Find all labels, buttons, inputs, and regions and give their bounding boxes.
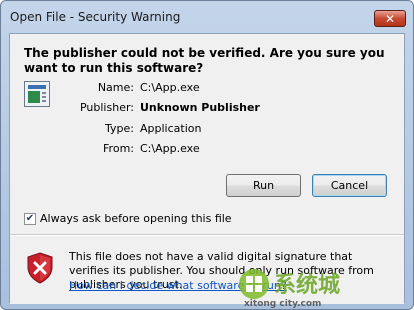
security-warning-dialog: Open File - Security Warning ✕ The publi… [0, 0, 414, 310]
checkmark-icon: ✔ [25, 213, 35, 224]
always-ask-label[interactable]: Always ask before opening this file [40, 212, 232, 225]
headline-text: The publisher could not be verified. Are… [24, 46, 385, 75]
cancel-button[interactable]: Cancel [312, 174, 387, 197]
run-button[interactable]: Run [226, 174, 301, 197]
watermark-logo: 系统城 xitong city.com [239, 269, 340, 308]
publisher-value: Unknown Publisher [140, 101, 260, 114]
close-icon: ✕ [384, 12, 396, 26]
publisher-label: Publisher: [79, 101, 134, 114]
title-bar[interactable]: Open File - Security Warning ✕ [1, 1, 413, 33]
from-value: C:\App.exe [140, 142, 200, 155]
name-label: Name: [97, 81, 134, 94]
name-value: C:\App.exe [140, 81, 200, 94]
type-label: Type: [105, 122, 134, 135]
watermark-text: 系统城 [274, 272, 340, 298]
from-label: From: [103, 142, 134, 155]
dialog-content: The publisher could not be verified. Are… [9, 33, 405, 308]
close-button[interactable]: ✕ [374, 10, 406, 27]
watermark-subtext: xitong city.com [244, 299, 321, 308]
type-value: Application [140, 122, 202, 135]
warning-shield-icon [27, 252, 53, 284]
always-ask-checkbox[interactable]: ✔ [24, 213, 36, 225]
window-title: Open File - Security Warning [10, 10, 181, 24]
